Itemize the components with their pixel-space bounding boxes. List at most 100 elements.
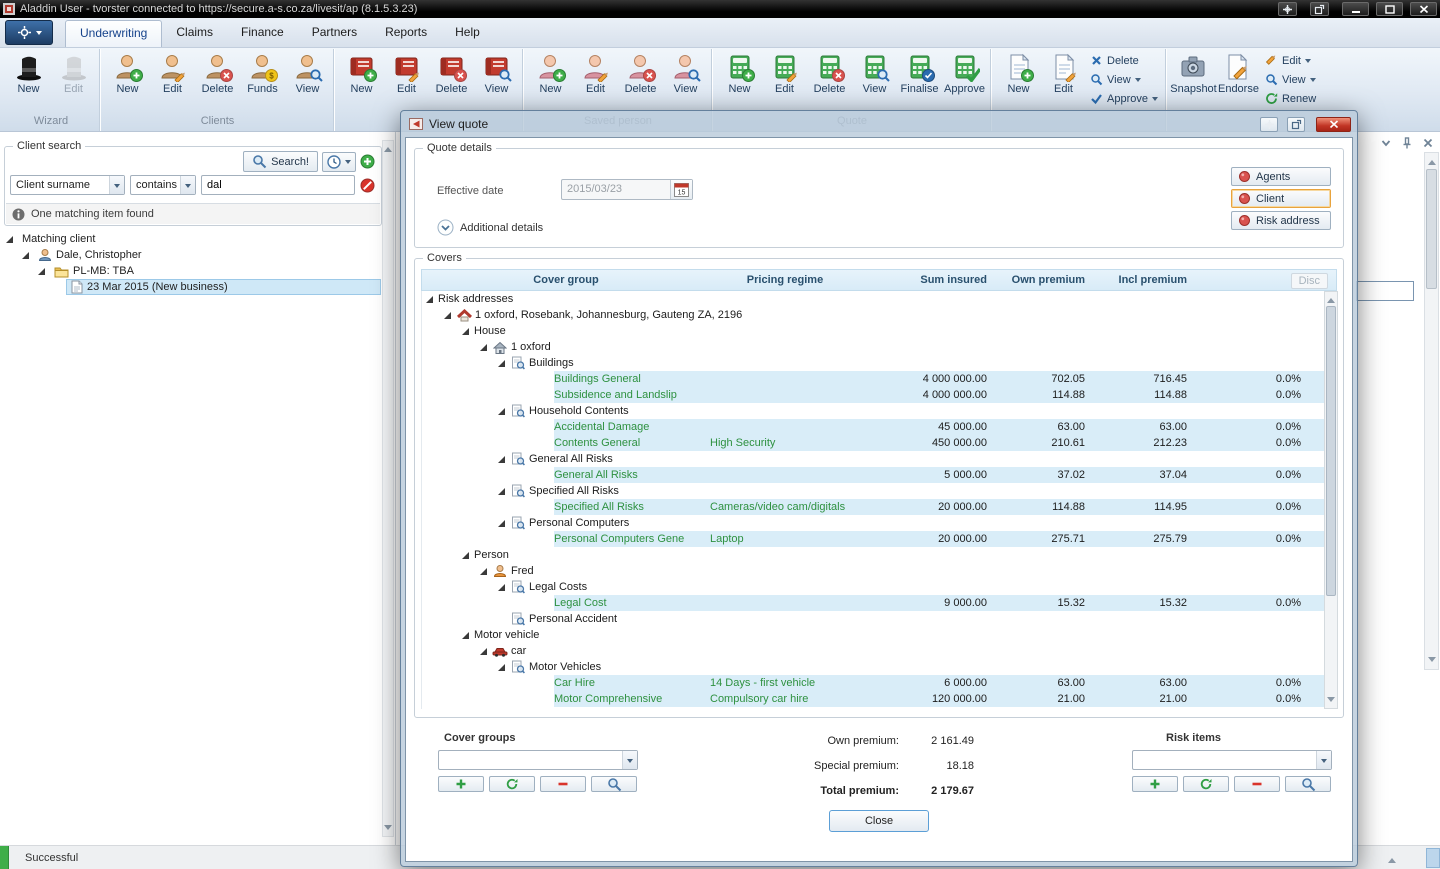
background-textbox[interactable]	[1356, 281, 1414, 301]
cover-row[interactable]: Buildings General4 000 000.00702.05716.4…	[422, 371, 1327, 387]
ribbon-button-view[interactable]: View	[285, 49, 330, 95]
remove-risk-item-button[interactable]	[1234, 776, 1280, 792]
panel-chevron-down-icon[interactable]	[1380, 137, 1392, 149]
cover-group-node[interactable]: Household Contents	[422, 403, 1327, 419]
ribbon-button-finalise[interactable]: Finalise	[897, 49, 942, 95]
pin-icon[interactable]	[1400, 136, 1414, 150]
expand-arrow-icon[interactable]	[6, 236, 13, 243]
add-cover-group-button[interactable]	[438, 776, 484, 792]
scrollbar-thumb[interactable]	[1426, 169, 1437, 289]
ribbon-button-new[interactable]: New	[717, 49, 762, 95]
expand-arrow-icon[interactable]	[444, 312, 451, 319]
agents-button[interactable]: Agents	[1231, 167, 1331, 186]
scroll-up-icon[interactable]	[384, 143, 392, 152]
cover-group-node[interactable]: Legal Costs	[422, 579, 1327, 595]
cover-group-node[interactable]: Buildings	[422, 355, 1327, 371]
risk-address-button[interactable]: Risk address	[1231, 211, 1331, 230]
cover-group-node[interactable]: 1 oxford, Rosebank, Johannesburg, Gauten…	[422, 307, 1327, 323]
tab-reports[interactable]: Reports	[371, 20, 441, 47]
ribbon-small-view[interactable]: View	[1261, 72, 1320, 87]
expand-arrow-icon[interactable]	[480, 344, 487, 351]
tab-finance[interactable]: Finance	[227, 20, 298, 47]
ribbon-small-renew[interactable]: Renew	[1261, 91, 1320, 106]
cover-group-node[interactable]: House	[422, 323, 1327, 339]
find-cover-group-button[interactable]	[591, 776, 637, 792]
close-window-button[interactable]	[1410, 2, 1437, 16]
ribbon-button-delete[interactable]: Delete	[429, 49, 474, 95]
cover-groups-select[interactable]	[438, 750, 638, 770]
column-own-premium[interactable]: Own premium	[995, 274, 1093, 286]
cover-row[interactable]: Contents GeneralHigh Security450 000.002…	[422, 435, 1327, 451]
ribbon-button-edit[interactable]: Edit	[384, 49, 429, 95]
cover-row[interactable]: Subsidence and Landslip4 000 000.00114.8…	[422, 387, 1327, 403]
ribbon-button-view[interactable]: View	[474, 49, 519, 95]
cover-group-node[interactable]: Specified All Risks	[422, 483, 1327, 499]
cover-group-node[interactable]: Motor Vehicles	[422, 659, 1327, 675]
client-tree-item[interactable]: 23 Mar 2015 (New business)	[0, 279, 381, 295]
column-cover-group[interactable]: Cover group	[422, 274, 710, 286]
expand-arrow-icon[interactable]	[498, 456, 505, 463]
calendar-button[interactable]: 15	[670, 180, 692, 199]
clear-search-button[interactable]	[360, 178, 375, 193]
risk-items-select[interactable]	[1132, 750, 1332, 770]
dialog-popout-button[interactable]	[1287, 117, 1305, 132]
ribbon-button-edit[interactable]: Edit	[1041, 49, 1086, 95]
add-risk-item-button[interactable]	[1132, 776, 1178, 792]
cover-row[interactable]: Accidental Damage45 000.0063.0063.000.0%	[422, 419, 1327, 435]
cover-group-node[interactable]: Personal Accident	[422, 611, 1327, 627]
cover-group-node[interactable]: Motor vehicle	[422, 627, 1327, 643]
search-operator-select[interactable]: contains	[130, 175, 196, 195]
remove-cover-group-button[interactable]	[540, 776, 586, 792]
expand-arrow-icon[interactable]	[462, 328, 469, 335]
cover-row[interactable]: Car Hire14 Days - first vehicle6 000.006…	[422, 675, 1327, 691]
client-button[interactable]: Client	[1231, 189, 1331, 208]
ribbon-button-new[interactable]: New	[528, 49, 573, 95]
ribbon-button-funds[interactable]: $Funds	[240, 49, 285, 95]
add-criteria-button[interactable]	[360, 154, 375, 169]
search-history-button[interactable]	[322, 152, 356, 172]
cover-group-node[interactable]: 1 oxford	[422, 339, 1327, 355]
column-incl-premium[interactable]: Incl premium	[1093, 274, 1195, 286]
expand-arrow-icon[interactable]	[22, 252, 29, 259]
cover-row[interactable]: Motor ComprehensiveCompulsory car hire12…	[422, 691, 1327, 707]
popout-window-button[interactable]	[1310, 2, 1329, 16]
expand-arrow-icon[interactable]	[498, 664, 505, 671]
maximize-button[interactable]	[1376, 2, 1403, 16]
ribbon-button-view[interactable]: View	[663, 49, 708, 95]
cover-group-node[interactable]: General All Risks	[422, 451, 1327, 467]
dialog-close-button[interactable]	[1316, 117, 1351, 132]
application-menu-button[interactable]	[5, 20, 53, 45]
expand-arrow-icon[interactable]	[498, 584, 505, 591]
tab-help[interactable]: Help	[441, 20, 494, 47]
ribbon-button-view[interactable]: View	[852, 49, 897, 95]
expand-arrow-icon[interactable]	[38, 268, 45, 275]
ribbon-button-new[interactable]: New	[996, 49, 1041, 95]
ribbon-button-endorse[interactable]: Endorse	[1216, 49, 1261, 95]
scrollbar-thumb[interactable]	[1326, 306, 1336, 596]
panel-scrollbar[interactable]	[382, 140, 394, 837]
client-tree-item[interactable]: PL-MB: TBA	[0, 263, 381, 279]
expand-arrow-icon[interactable]	[498, 408, 505, 415]
tab-underwriting[interactable]: Underwriting	[65, 20, 162, 47]
cover-group-node[interactable]: Risk addresses	[422, 291, 1327, 307]
scroll-down-icon[interactable]	[1428, 657, 1436, 666]
expand-arrow-icon[interactable]	[480, 648, 487, 655]
scroll-up-icon[interactable]	[1327, 294, 1335, 303]
cover-group-node[interactable]: car	[422, 643, 1327, 659]
ribbon-button-delete[interactable]: Delete	[618, 49, 663, 95]
ribbon-button-delete[interactable]: Delete	[807, 49, 852, 95]
ribbon-button-approve[interactable]: Approve	[942, 49, 987, 95]
ribbon-button-edit[interactable]: Edit	[573, 49, 618, 95]
expand-arrow-icon[interactable]	[498, 520, 505, 527]
cover-row[interactable]: Legal Cost9 000.0015.3215.320.0%	[422, 595, 1327, 611]
expand-arrow-icon[interactable]	[426, 296, 433, 303]
column-pricing-regime[interactable]: Pricing regime	[710, 274, 860, 286]
scroll-down-icon[interactable]	[1327, 697, 1335, 706]
expand-arrow-icon[interactable]	[498, 488, 505, 495]
expand-arrow-icon[interactable]	[498, 360, 505, 367]
search-query-input[interactable]	[201, 175, 355, 195]
effective-date-input[interactable]: 2015/03/23 15	[561, 179, 693, 200]
cover-group-node[interactable]: Person	[422, 547, 1327, 563]
ribbon-button-new[interactable]: New	[6, 49, 51, 95]
move-window-button[interactable]	[1278, 2, 1297, 16]
